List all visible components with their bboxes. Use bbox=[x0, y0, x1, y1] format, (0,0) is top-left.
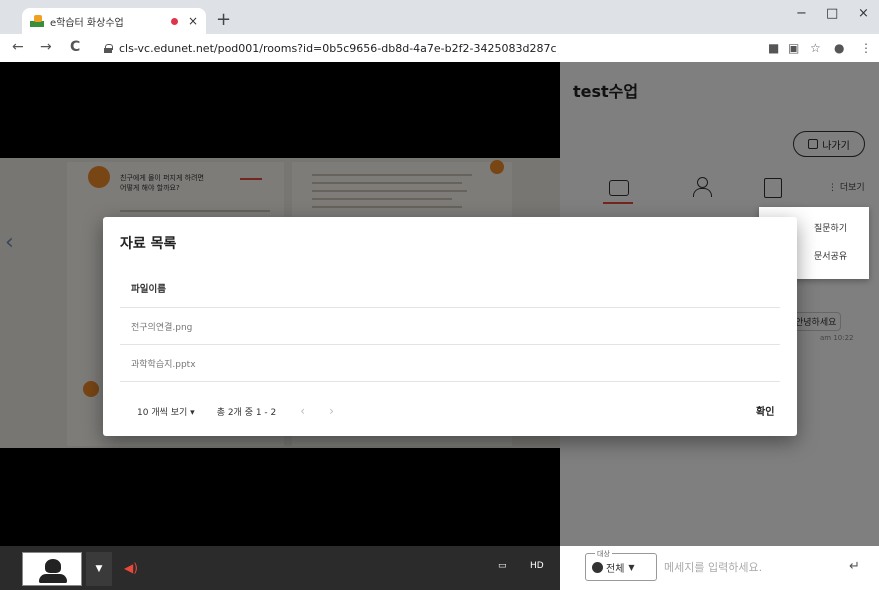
self-video-avatar[interactable] bbox=[22, 552, 82, 586]
target-icon bbox=[592, 561, 603, 573]
minimize-button[interactable]: − bbox=[796, 6, 807, 21]
maximize-button[interactable]: □ bbox=[826, 6, 838, 21]
lock-icon bbox=[104, 43, 113, 53]
new-tab-button[interactable]: + bbox=[216, 9, 231, 30]
file-name: 전구의연결.png bbox=[131, 323, 193, 333]
browser-tab-strip: e학습터 화상수업 × + − □ × bbox=[0, 0, 879, 34]
recording-dot-icon bbox=[170, 17, 178, 25]
page-size-select[interactable]: 10 개씩 보기 ▾ bbox=[137, 405, 195, 418]
confirm-button[interactable]: 확인 bbox=[756, 403, 774, 418]
forward-button[interactable]: → bbox=[40, 39, 52, 55]
bookmark-star-icon[interactable]: ☆ bbox=[810, 41, 821, 55]
chevron-down-icon: ▼ bbox=[628, 562, 635, 572]
pip-icon[interactable]: ▭ bbox=[498, 561, 507, 571]
file-row[interactable]: 과학학습지.pptx bbox=[120, 344, 780, 381]
back-button[interactable]: ← bbox=[12, 39, 24, 55]
prev-page-icon[interactable]: ‹ bbox=[300, 404, 305, 418]
dropdown-item-question[interactable]: 질문하기 bbox=[814, 221, 847, 234]
address-bar[interactable]: cls-vc.edunet.net/pod001/rooms?id=0b5c96… bbox=[104, 37, 744, 59]
file-name: 과학학습지.pptx bbox=[131, 360, 196, 370]
camera-icon[interactable]: ■ bbox=[768, 41, 779, 55]
file-row[interactable]: 전구의연결.png bbox=[120, 307, 780, 344]
chat-target-value: 전체 bbox=[606, 563, 625, 575]
close-window-button[interactable]: × bbox=[858, 6, 869, 21]
next-page-icon[interactable]: › bbox=[329, 404, 334, 418]
tab-close-icon[interactable]: × bbox=[188, 14, 198, 28]
camera-options-button[interactable]: ▼ bbox=[86, 552, 112, 586]
tab-title: e학습터 화상수업 bbox=[50, 17, 124, 29]
browser-tab[interactable]: e학습터 화상수업 × bbox=[22, 8, 206, 34]
video-controls-bar bbox=[0, 546, 560, 590]
profile-icon[interactable]: ● bbox=[834, 41, 844, 55]
column-header-filename: 파일이름 bbox=[131, 284, 166, 295]
site-favicon-icon bbox=[30, 15, 44, 27]
file-list-dialog: 자료 목록 파일이름 전구의연결.png 과학학습지.pptx 10 개씩 보기… bbox=[103, 217, 797, 436]
reload-button[interactable]: C bbox=[70, 39, 80, 55]
browser-toolbar: ← → C cls-vc.edunet.net/pod001/rooms?id=… bbox=[0, 34, 879, 62]
url-text: cls-vc.edunet.net/pod001/rooms?id=0b5c96… bbox=[119, 41, 557, 55]
chat-input[interactable]: 메세지를 입력하세요. bbox=[664, 559, 762, 575]
hd-icon[interactable]: HD bbox=[530, 561, 544, 571]
chat-target-label: 대상 bbox=[595, 549, 612, 559]
page-count: 총 2개 중 1 - 2 bbox=[216, 407, 277, 418]
volume-icon[interactable]: ◀) bbox=[124, 561, 138, 575]
divider bbox=[120, 381, 780, 382]
dialog-title: 자료 목록 bbox=[120, 236, 177, 252]
dropdown-item-share-doc[interactable]: 문서공유 bbox=[814, 249, 847, 262]
pagination: 10 개씩 보기 ▾ 총 2개 중 1 - 2 ‹ › bbox=[137, 404, 334, 418]
send-icon[interactable]: ↵ bbox=[849, 559, 860, 574]
translate-icon[interactable]: ▣ bbox=[788, 41, 799, 55]
menu-dots-icon[interactable]: ⋮ bbox=[860, 41, 872, 55]
